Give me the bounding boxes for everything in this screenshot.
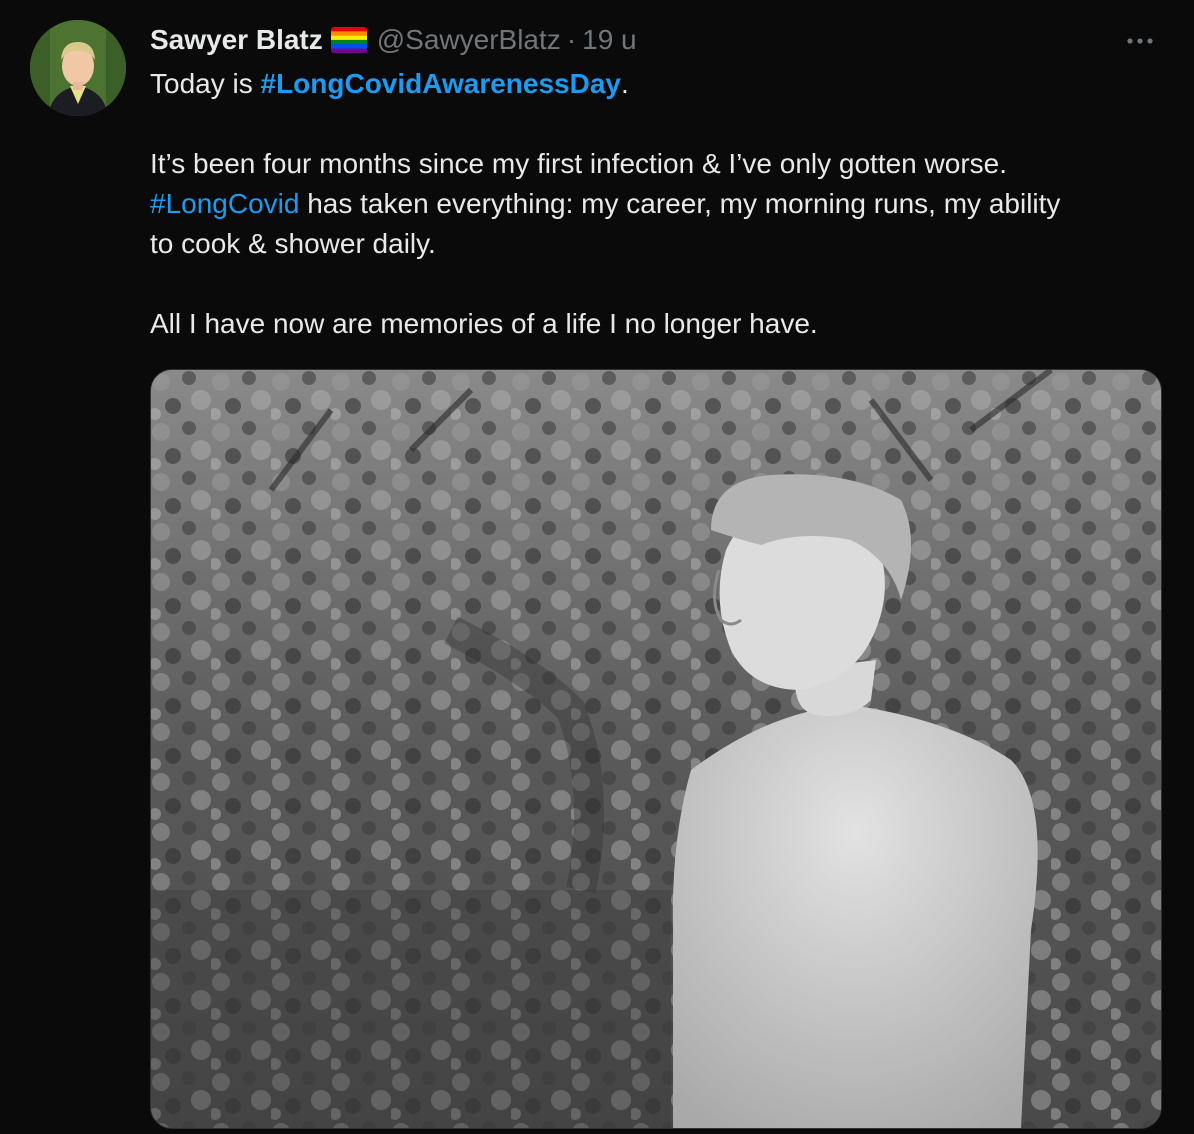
avatar[interactable] — [30, 20, 126, 116]
display-name[interactable]: Sawyer Blatz — [150, 24, 323, 56]
rainbow-flag-icon — [330, 27, 367, 53]
tweet-header: Sawyer Blatz @SawyerBlatz · 19 u — [150, 22, 637, 58]
more-options-button[interactable] — [1120, 26, 1160, 56]
avatar-image — [30, 20, 126, 116]
ellipsis-icon — [1127, 38, 1153, 44]
text-segment: Today is — [150, 68, 261, 99]
timestamp[interactable]: 19 u — [582, 24, 637, 56]
tweet[interactable]: Sawyer Blatz @SawyerBlatz · 19 u Today i… — [0, 0, 1194, 1134]
tweet-text: Today is #LongCovidAwarenessDay. It’s be… — [150, 64, 1170, 344]
text-segment: has taken everything: my career, my morn… — [299, 188, 1061, 219]
tweet-paragraph-3: All I have now are memories of a life I … — [150, 308, 818, 339]
hashtag-longcovidawarenessday[interactable]: #LongCovidAwarenessDay — [261, 68, 622, 99]
tweet-paragraph-2: It’s been four months since my first inf… — [150, 144, 1170, 264]
text-segment: to cook & shower daily. — [150, 228, 436, 259]
hashtag-longcovid[interactable]: #LongCovid — [150, 188, 299, 219]
text-segment: . — [621, 68, 629, 99]
handle[interactable]: @SawyerBlatz — [377, 24, 561, 56]
separator-dot: · — [566, 24, 577, 55]
tweet-line-1: Today is #LongCovidAwarenessDay. — [150, 64, 1170, 104]
tweet-photo[interactable] — [150, 369, 1162, 1129]
text-segment: It’s been four months since my first inf… — [150, 148, 1007, 179]
photo-man-in-forest — [151, 370, 1161, 1128]
